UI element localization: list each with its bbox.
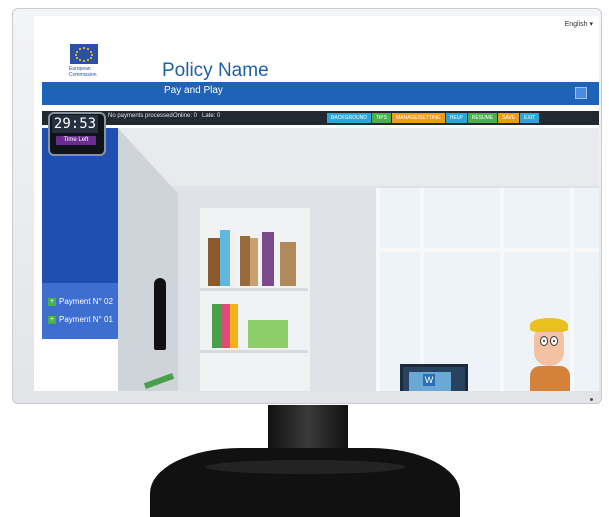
plus-icon: + xyxy=(48,315,56,324)
tab-background[interactable]: BACKGROUND xyxy=(327,113,371,123)
top-menu-tabs: BACKGROUND TIPS MANAGE/SETTING HELP RESU… xyxy=(327,113,540,123)
timer-widget: 29:53 Time Left xyxy=(48,112,106,156)
counts-status: Online: 0 Late: 0 xyxy=(173,113,221,119)
plus-icon: + xyxy=(48,297,56,306)
office-computer[interactable]: W xyxy=(400,364,468,391)
tab-tips[interactable]: TIPS xyxy=(371,113,391,123)
page-title: Policy Name xyxy=(162,60,269,81)
language-label: English xyxy=(564,21,588,28)
sidebar: + Payment N° 02 + Payment N° 01 xyxy=(42,128,118,339)
language-selector[interactable]: English ▾ xyxy=(565,20,593,28)
ceiling xyxy=(118,128,599,186)
status-bar: No payments processed Online: 0 Late: 0 … xyxy=(42,111,599,125)
monitor-bezel: English ▾ European Commission Policy Nam… xyxy=(12,8,602,404)
character[interactable] xyxy=(524,308,574,391)
page-subtitle: Pay and Play xyxy=(164,85,223,96)
title-band xyxy=(42,82,599,105)
tab-manage-setting[interactable]: MANAGE/SETTING xyxy=(391,113,445,123)
tab-resume[interactable]: RESUME xyxy=(467,113,498,123)
coat xyxy=(154,278,166,350)
payment-item-01[interactable]: + Payment N° 01 xyxy=(48,314,120,326)
tab-help[interactable]: HELP xyxy=(445,113,467,123)
office-scene[interactable]: W xyxy=(118,128,599,391)
timer-value: 29:53 xyxy=(52,115,98,133)
power-led xyxy=(590,398,593,401)
payments-status: No payments processed xyxy=(108,113,173,119)
eu-flag-icon xyxy=(70,44,98,64)
tab-save[interactable]: SAVE xyxy=(498,113,520,123)
monitor-stand-base xyxy=(150,448,460,517)
menu-square-icon[interactable] xyxy=(575,87,587,99)
payment-item-02[interactable]: + Payment N° 02 xyxy=(48,296,120,308)
payments-list: + Payment N° 02 + Payment N° 01 xyxy=(42,283,118,339)
word-document-icon: W xyxy=(423,374,435,386)
game-screen: English ▾ European Commission Policy Nam… xyxy=(34,16,599,391)
bookshelf[interactable] xyxy=(198,206,312,391)
tab-exit[interactable]: EXIT xyxy=(520,113,540,123)
time-left-label: Time Left xyxy=(56,136,96,145)
logo-text: European Commission xyxy=(69,66,97,78)
